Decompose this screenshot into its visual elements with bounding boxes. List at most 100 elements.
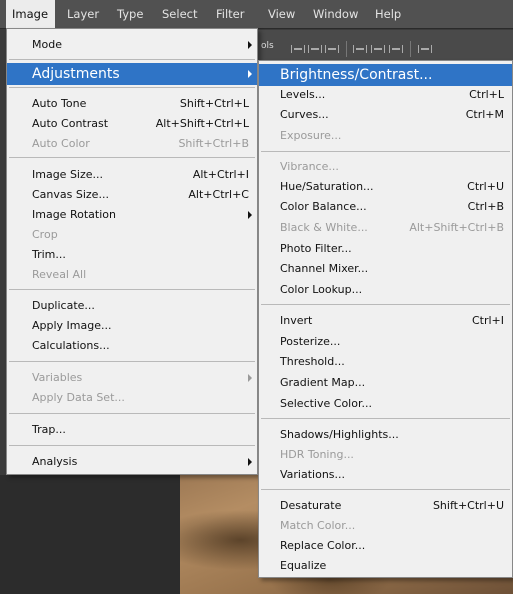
menu-item-label: Hue/Saturation... [280,180,374,193]
separator [9,157,255,158]
submenu-arrow-icon [248,41,252,49]
menu-item-label: Black & White... [280,221,368,234]
menu-item-levels[interactable]: Levels... Ctrl+L [259,85,512,105]
separator [9,87,255,88]
menu-item-variations[interactable]: Variations... [259,465,512,485]
menu-item-color-balance[interactable]: Color Balance... Ctrl+B [259,197,512,217]
menu-item-mode[interactable]: Mode [7,35,257,55]
menu-type[interactable]: Type [111,0,149,28]
menu-item-curves[interactable]: Curves... Ctrl+M [259,105,512,125]
menu-item-crop: Crop [7,225,257,245]
menu-item-label: Replace Color... [280,539,366,552]
menu-item-canvas-size[interactable]: Canvas Size... Alt+Ctrl+C [7,185,257,205]
menu-item-label: Exposure... [280,129,342,142]
menu-layer[interactable]: Layer [61,0,105,28]
align-icon[interactable] [291,45,305,53]
menu-item-label: Image Rotation [32,208,116,221]
menu-item-shadows-highlights[interactable]: Shadows/Highlights... [259,425,512,445]
menu-item-shortcut: Alt+Shift+Ctrl+L [155,117,249,130]
menu-item-threshold[interactable]: Threshold... [259,352,512,372]
menu-item-photo-filter[interactable]: Photo Filter... [259,239,512,259]
submenu-arrow-icon [248,70,252,78]
menu-window[interactable]: Window [307,0,364,28]
menu-item-shortcut: Ctrl+I [471,314,504,327]
menu-item-analysis[interactable]: Analysis [7,452,257,472]
distribute-icon[interactable] [353,45,367,53]
menu-item-label: Levels... [280,88,326,101]
menu-filter[interactable]: Filter [210,0,250,28]
menu-item-label: Analysis [32,455,78,468]
separator [9,413,255,414]
menu-item-auto-contrast[interactable]: Auto Contrast Alt+Shift+Ctrl+L [7,114,257,134]
menu-item-hdr-toning: HDR Toning... [259,445,512,465]
menu-item-label: Selective Color... [280,397,372,410]
menu-item-label: Color Lookup... [280,283,363,296]
menu-item-duplicate[interactable]: Duplicate... [7,296,257,316]
distribute-icon[interactable] [389,45,403,53]
menu-item-label: Photo Filter... [280,242,352,255]
menu-item-image-rotation[interactable]: Image Rotation [7,205,257,225]
menu-item-trim[interactable]: Trim... [7,245,257,265]
distribute-icon[interactable] [371,45,385,53]
menu-item-black-white: Black & White... Alt+Shift+Ctrl+B [259,218,512,238]
menu-item-shortcut: Shift+Ctrl+L [179,97,249,110]
menu-item-channel-mixer[interactable]: Channel Mixer... [259,259,512,279]
menu-item-label: Trap... [32,423,66,436]
menu-item-trap[interactable]: Trap... [7,420,257,440]
menu-item-label: Variations... [280,468,346,481]
align-icon[interactable] [325,45,339,53]
menu-help[interactable]: Help [369,0,407,28]
menu-item-apply-data-set: Apply Data Set... [7,388,257,408]
menu-item-equalize[interactable]: Equalize [259,556,512,576]
menu-item-shortcut: Shift+Ctrl+U [432,499,504,512]
menu-item-adjustments[interactable]: Adjustments [7,63,257,85]
menu-item-label: Color Balance... [280,200,367,213]
menu-item-image-size[interactable]: Image Size... Alt+Ctrl+I [7,165,257,185]
menu-item-label: Curves... [280,108,329,121]
menu-item-shortcut: Alt+Shift+Ctrl+B [409,221,504,234]
separator [261,151,510,152]
menu-view[interactable]: View [262,0,301,28]
divider [346,41,347,57]
menu-item-label: Trim... [32,248,66,261]
menu-item-auto-color: Auto Color Shift+Ctrl+B [7,134,257,154]
align-icon[interactable] [308,45,322,53]
menu-item-label: Canvas Size... [32,188,109,201]
menu-item-shortcut: Ctrl+L [469,88,504,101]
menu-item-label: Duplicate... [32,299,95,312]
menu-item-selective-color[interactable]: Selective Color... [259,394,512,414]
divider [410,41,411,57]
menu-item-shortcut: Ctrl+U [467,180,504,193]
menu-item-apply-image[interactable]: Apply Image... [7,316,257,336]
separator [9,289,255,290]
menu-item-invert[interactable]: Invert Ctrl+I [259,311,512,331]
menu-select[interactable]: Select [156,0,203,28]
submenu-arrow-icon [248,458,252,466]
menu-item-color-lookup[interactable]: Color Lookup... [259,280,512,300]
menu-item-calculations[interactable]: Calculations... [7,336,257,356]
menu-item-brightness-contrast[interactable]: Brightness/Contrast... [259,64,512,86]
menu-item-label: Equalize [280,559,327,572]
menu-item-auto-tone[interactable]: Auto Tone Shift+Ctrl+L [7,94,257,114]
menu-item-desaturate[interactable]: Desaturate Shift+Ctrl+U [259,496,512,516]
menu-item-label: Image Size... [32,168,104,181]
menu-item-label: Apply Data Set... [32,391,125,404]
menu-item-label: Crop [32,228,58,241]
menu-item-label: Invert [280,314,313,327]
menu-item-posterize[interactable]: Posterize... [259,332,512,352]
menu-image[interactable]: Image [6,0,55,28]
distribute-icon[interactable] [418,45,432,53]
submenu-arrow-icon [248,374,252,382]
menu-item-label: Reveal All [32,268,87,281]
menu-item-hue-saturation[interactable]: Hue/Saturation... Ctrl+U [259,177,512,197]
menu-item-label: HDR Toning... [280,448,354,461]
separator [9,445,255,446]
menu-item-gradient-map[interactable]: Gradient Map... [259,373,512,393]
separator [261,304,510,305]
separator [261,418,510,419]
menu-item-reveal-all: Reveal All [7,265,257,285]
menu-item-replace-color[interactable]: Replace Color... [259,536,512,556]
options-bar-label: ols [261,41,274,51]
menu-bar: Image Layer Type Select Filter View Wind… [0,0,513,29]
menu-item-variables: Variables [7,368,257,388]
